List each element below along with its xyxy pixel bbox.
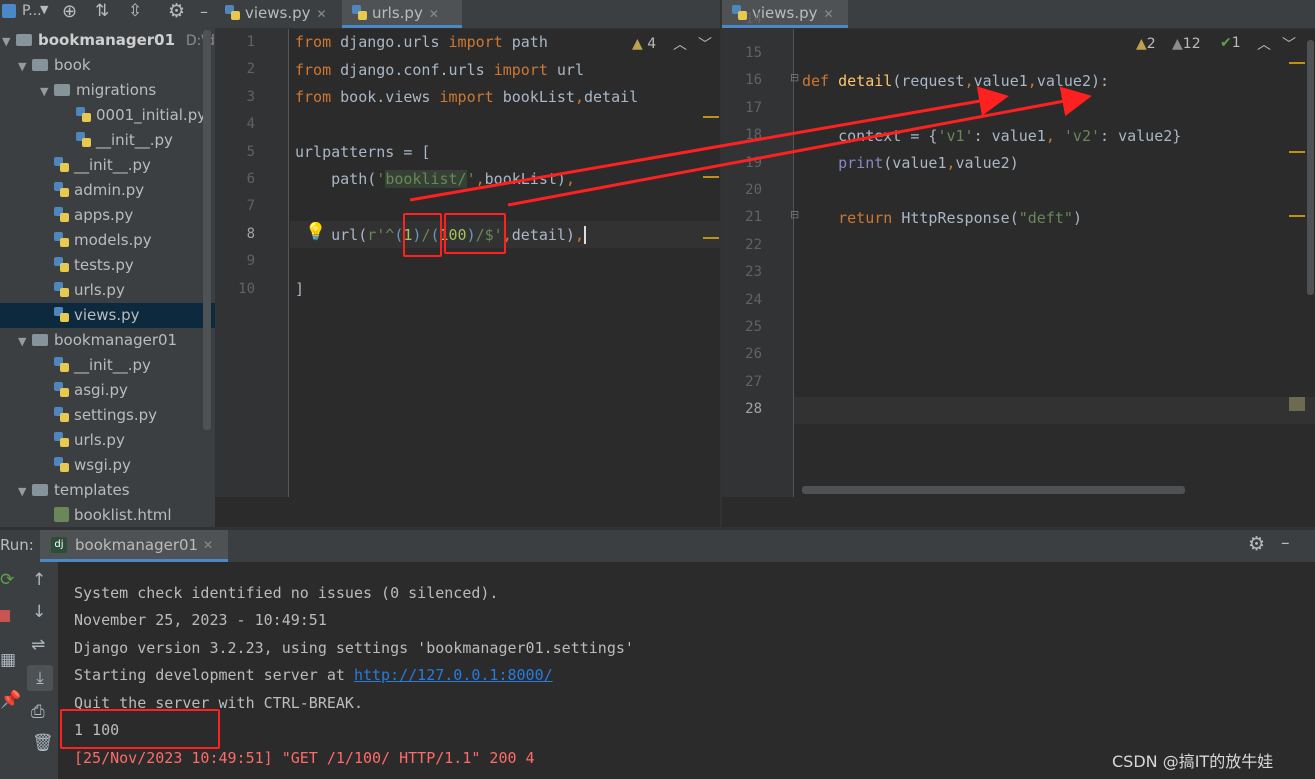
pin-icon[interactable]: 📌 (0, 690, 21, 710)
soft-wrap-icon[interactable]: ⇌ (31, 635, 45, 655)
console-line: November 25, 2023 - 10:49:51 (74, 611, 327, 629)
console-line: System check identified no issues (0 sil… (74, 584, 499, 602)
console-line: Starting development server at http://12… (74, 662, 553, 689)
arrow-2 (507, 86, 1092, 207)
close-icon[interactable]: ✕ (203, 538, 213, 552)
console-line: Django version 3.2.23, using settings 'b… (74, 639, 634, 657)
watermark: CSDN @搞IT的放牛娃 (1112, 752, 1274, 771)
console-line-error: [25/Nov/2023 10:49:51] "GET /1/100/ HTTP… (74, 749, 535, 767)
gear-icon[interactable]: ⚙ (1248, 533, 1265, 555)
scroll-to-end-icon[interactable]: ⤓ (27, 665, 53, 691)
print-icon[interactable]: ⎙ (31, 702, 45, 722)
server-link[interactable]: http://127.0.0.1:8000/ (354, 666, 553, 684)
minimize-icon[interactable]: – (1281, 533, 1290, 553)
run-config-tab[interactable]: dj bookmanager01 ✕ (40, 530, 228, 562)
run-panel-header: Run: dj bookmanager01 ✕ ⚙ – (0, 530, 1315, 562)
console-text: Starting development server at (74, 666, 354, 684)
rerun-icon[interactable]: ⟳ (0, 570, 14, 590)
highlight-box-output (60, 709, 220, 749)
layout-icon[interactable]: ▦ (0, 650, 16, 670)
stop-icon[interactable] (0, 610, 10, 622)
django-icon: dj (51, 537, 67, 553)
run-toolbar: ⟳ ▦ 📌 ↑ ↓ ⇌ ⤓ ⎙ 🗑 (0, 562, 58, 779)
arrow-down-icon[interactable]: ↓ (32, 602, 46, 622)
run-config-name: bookmanager01 (75, 536, 199, 554)
run-label: Run: (0, 536, 34, 554)
trash-icon[interactable]: 🗑 (32, 733, 54, 753)
arrow-1 (409, 86, 1009, 202)
arrow-up-icon[interactable]: ↑ (32, 570, 46, 590)
